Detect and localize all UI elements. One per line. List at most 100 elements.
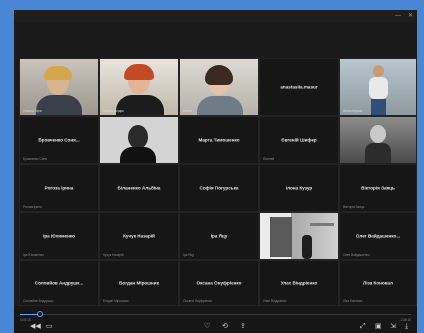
participant-tile[interactable]: Вікторія Заяць Вікторія Заяць [339,164,417,212]
participant-label: Кучук Назарій [103,253,124,257]
participant-tile[interactable]: Іра Юхименко Іра Юхименко [19,212,99,260]
participant-name: Оксана Онуфрієнко [196,280,242,286]
participant-label: Олег Вайдашенко [343,253,370,257]
fullscreen-icon[interactable]: ⇲ [390,322,396,330]
share-icon[interactable]: ⇪ [240,322,246,330]
subtitles-icon[interactable]: ▭ [46,322,53,330]
participant-tile[interactable]: Настя [179,58,259,116]
participant-tile[interactable]: Біланенко Альбіна [99,164,179,212]
participant-video [100,59,178,115]
participant-name: Євгеній Шифер [281,137,317,143]
participant-tile[interactable]: Оксана Онуфрієнко Оксана Онуфрієнко [179,260,259,306]
seek-bar-handle[interactable] [36,311,43,317]
participant-name: Іра Юхименко [43,233,75,239]
volume-icon[interactable]: ◀◀ [30,322,41,330]
participant-label: Соловйов Андрушко [23,299,54,303]
participant-tile[interactable] [99,116,179,164]
participant-video [20,59,98,115]
video-frame-shape [197,96,243,115]
participant-tile[interactable]: Улас Віндрієнко Улас Віндрієнко [259,260,339,306]
participant-label: Рогоза Ірина [23,205,42,209]
participant-tile[interactable]: Юлия Курчак [339,58,417,116]
more-icon[interactable]: ⤓ [405,322,408,330]
participant-label: Ульяна Тара [23,109,42,113]
video-frame-shape [120,147,156,163]
participant-name: Ілона Кузур [285,185,313,191]
window-controls: — ✕ [395,12,413,20]
cast-icon[interactable]: ▣ [375,322,382,330]
participant-label: Іра Юхименко [23,253,44,257]
participant-video [180,59,258,115]
video-frame-shape [44,66,72,80]
participant-tile[interactable]: Кучук Назарій Кучук Назарій [99,212,179,260]
participant-tile[interactable]: Богдан Мірошник Богдан Мірошник [99,260,179,306]
participant-name: Богдан Мірошник [119,280,159,286]
video-frame-shape [371,99,386,115]
participant-tile[interactable]: anastasiia.masur [259,58,339,116]
participant-label: Іра Яцу [183,253,195,257]
participant-name: Софія Погурська [199,185,239,191]
video-frame-shape [270,217,292,257]
participant-name: Кучук Назарій [123,233,155,239]
participant-video [340,59,416,115]
participant-tile[interactable]: Юлия Гвоздик [99,58,179,116]
close-icon[interactable]: ✕ [408,12,413,20]
title-bar: — ✕ [14,10,417,22]
video-frame-shape [310,223,334,226]
participant-name: Улас Віндрієнко [280,280,318,286]
participant-tile[interactable]: Рогоза Ірина Рогоза Ірина [19,164,99,212]
participant-video [260,213,338,259]
participant-label: Євгеній [263,157,275,161]
seek-bar[interactable] [20,311,411,317]
participant-tile[interactable] [339,116,417,164]
participant-name: Ліза Коновал [363,280,393,286]
video-frame-shape [124,64,154,80]
participant-tile[interactable]: Ульяна Тара [19,58,99,116]
video-frame-shape [369,77,388,99]
participant-label: Настя [183,109,192,113]
player-controls: 0:03:15 -1:34:10 ◀◀ ▭ ♡ ⟲ ⇪ ⤢ ▣ ⇲ ⤓ [14,306,417,333]
participant-name: Іра Яцу [210,233,228,239]
participant-label: Юлия Гвоздик [103,109,124,113]
video-player-window: — ✕ Ульяна Тара Юлия Гвоздик Настя anasta… [14,10,417,333]
participant-tile[interactable] [259,212,339,260]
participant-video [340,117,416,163]
participant-name: Олег Вайдашенко... [355,233,401,239]
favorite-icon[interactable]: ♡ [204,322,210,330]
participant-label: Ліза Коновал [343,299,363,303]
video-frame-shape [302,235,312,259]
participant-label: Бровченко Соня [23,157,48,161]
participant-tile[interactable]: Марта Тимошенко [179,116,259,164]
participant-label: Юлия Курчак [343,109,363,113]
video-frame-shape [128,125,148,149]
participant-name: Соловйов Андрушк... [34,280,84,286]
participant-label: Оксана Онуфрієнко [183,299,213,303]
video-frame-shape [205,65,233,85]
participant-tile[interactable]: Іра Яцу Іра Яцу [179,212,259,260]
edit-icon[interactable]: ⤢ [360,322,366,330]
participant-label: Улас Віндрієнко [263,299,287,303]
participant-name: Марта Тимошенко [198,137,240,143]
participant-name: Рогоза Ірина [44,185,74,191]
video-frame-shape [370,125,386,143]
video-frame-shape [36,95,82,115]
participant-name: Вікторія Заяць [361,185,395,191]
minimize-icon[interactable]: — [395,12,401,20]
participant-name: Бровченко Соня... [38,137,80,143]
participant-tile[interactable]: Бровченко Соня... Бровченко Соня [19,116,99,164]
participant-tile[interactable]: Євгеній Шифер Євгеній [259,116,339,164]
video-frame-shape [365,143,391,163]
participant-label: Богдан Мірошник [103,299,129,303]
participant-name: Біланенко Альбіна [117,185,161,191]
replay-icon[interactable]: ⟲ [222,322,228,330]
participant-video [100,117,178,163]
participant-label: Вікторія Заяць [343,205,365,209]
participant-tile[interactable]: Софія Погурська [179,164,259,212]
video-frame-shape [373,65,384,77]
participant-tile[interactable]: Ліза Коновал Ліза Коновал [339,260,417,306]
participant-name: anastasiia.masur [280,84,318,90]
participant-grid: Ульяна Тара Юлия Гвоздик Настя anastasiia… [19,58,417,306]
participant-tile[interactable]: Ілона Кузур [259,164,339,212]
participant-tile[interactable]: Соловйов Андрушк... Соловйов Андрушко [19,260,99,306]
participant-tile[interactable]: Олег Вайдашенко... Олег Вайдашенко [339,212,417,260]
